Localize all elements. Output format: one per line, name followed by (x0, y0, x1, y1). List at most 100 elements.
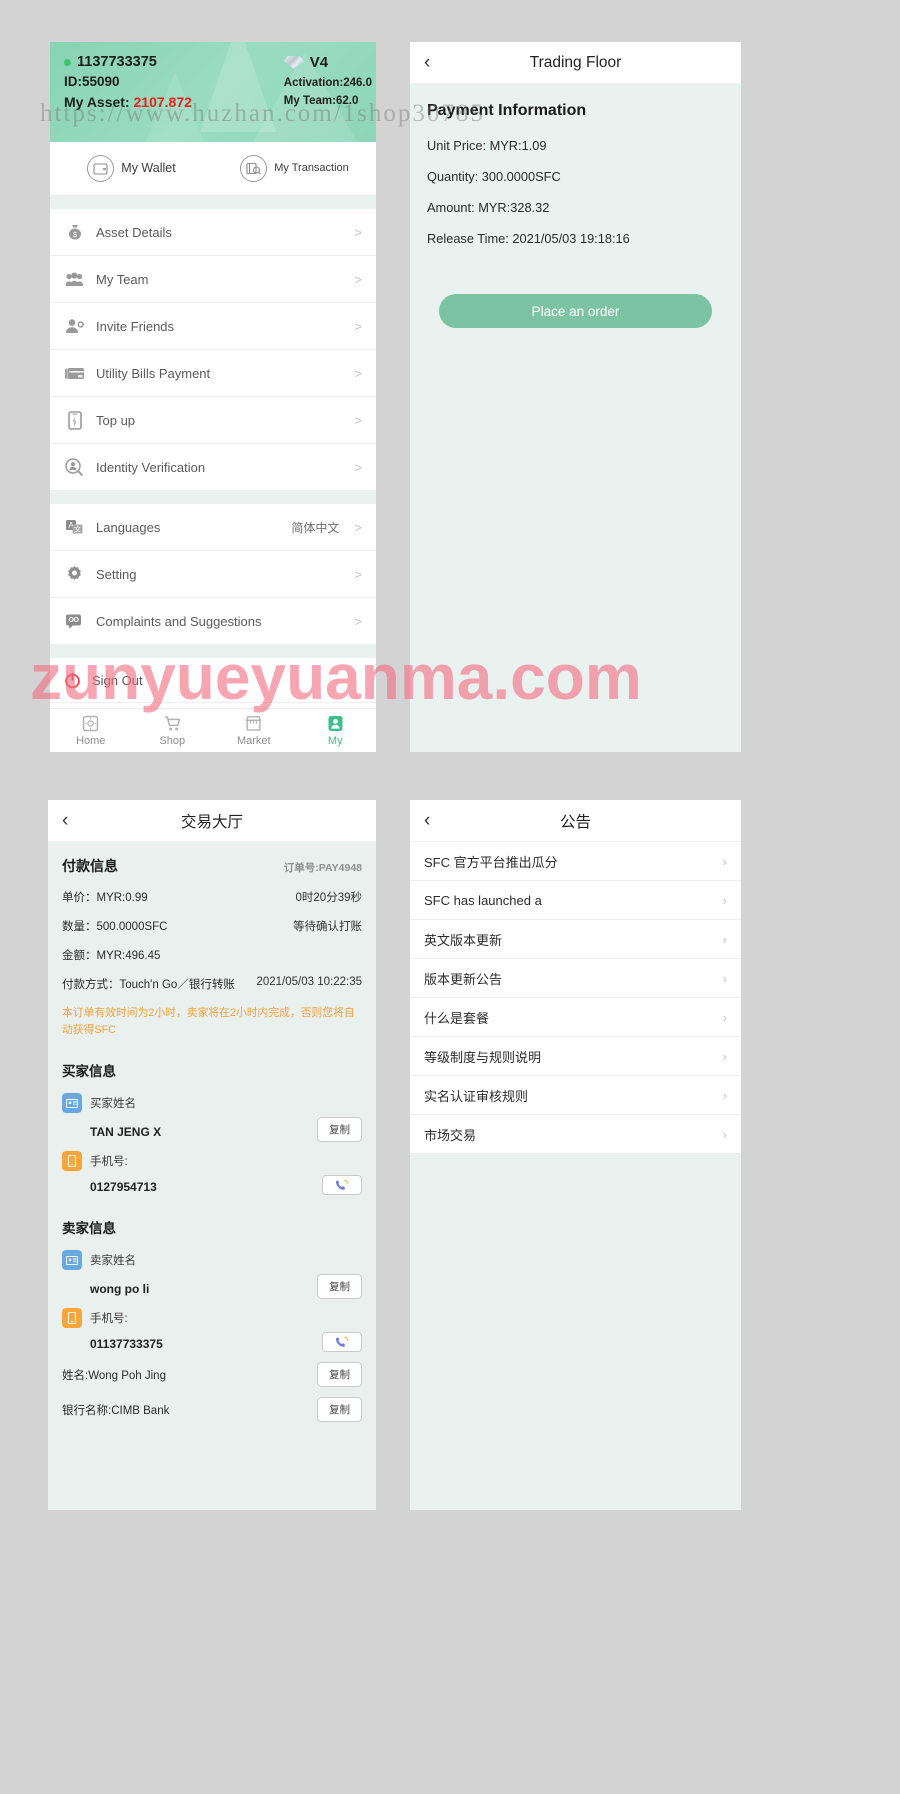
menu-item-setting[interactable]: Setting > (50, 551, 376, 598)
list-item[interactable]: 版本更新公告 › (410, 959, 741, 998)
seller-bank-row: 银行名称:CIMB Bank 复制 (62, 1387, 362, 1423)
back-icon[interactable]: ‹ (424, 53, 430, 72)
chevron-right-icon: › (722, 1009, 727, 1025)
quantity-row: 数量：500.0000SFC 等待确认打账 (62, 918, 362, 934)
section-gap-3 (50, 645, 376, 658)
menu-item-languages[interactable]: A文 Languages 简体中文 > (50, 504, 376, 551)
unit-price-label: 单价：MYR:0.99 (62, 892, 148, 904)
call-icon (335, 1336, 349, 1348)
status-text: 等待确认打账 (293, 921, 362, 933)
call-buyer-button[interactable] (322, 1175, 362, 1196)
list-item[interactable]: 等级制度与规则说明 › (410, 1037, 741, 1076)
phone-icon (62, 1151, 82, 1172)
user-id: ID:55090 (64, 74, 120, 89)
buyer-phone-value-row: 0127954713 (62, 1175, 362, 1196)
payment-information-section: Payment Information Unit Price: MYR:1.09… (410, 84, 741, 328)
payment-method-label: 付款方式：Touch'n Go／银行转账 (62, 979, 235, 991)
bottom-tab-bar: Home Shop Market My (50, 708, 376, 752)
section-gap-2 (50, 491, 376, 504)
tab-home[interactable]: Home (50, 709, 132, 752)
diamond-icon (283, 56, 304, 69)
tab-market[interactable]: Market (213, 709, 295, 752)
menu-item-utility-bills-payment[interactable]: Utility Bills Payment > (50, 350, 376, 397)
copy-seller-realname-button[interactable]: 复制 (317, 1362, 362, 1388)
buyer-phone-value: 0127954713 (90, 1180, 157, 1195)
phone-panel-profile: 1137733375 ID:55090 My Asset: 2107.872 V… (50, 42, 376, 752)
countdown-timer: 0时20分39秒 (295, 892, 362, 904)
chevron-right-icon: > (354, 519, 362, 535)
bills-card-icon (64, 363, 85, 384)
navbar: ‹ 交易大厅 (48, 800, 376, 842)
feedback-icon (64, 611, 85, 632)
call-icon (335, 1179, 349, 1191)
list-item[interactable]: 市场交易 › (410, 1115, 741, 1154)
call-seller-button[interactable] (322, 1332, 362, 1353)
tab-my[interactable]: My (295, 709, 377, 752)
amount-label: 金额：MYR:496.45 (62, 950, 161, 962)
quantity-label: 数量：500.0000SFC (62, 921, 168, 933)
menu-item-my-team[interactable]: My Team > (50, 256, 376, 303)
seller-realname-label: 姓名:Wong Poh Jing (62, 1369, 166, 1382)
profile-hero: 1137733375 ID:55090 My Asset: 2107.872 V… (50, 42, 376, 142)
home-icon (81, 714, 100, 733)
list-item[interactable]: 英文版本更新 › (410, 920, 741, 959)
chevron-right-icon: > (354, 412, 362, 428)
menu-item-value: 简体中文 (291, 520, 340, 535)
cart-icon (163, 714, 182, 733)
unit-price-row: 单价：MYR:0.99 0时20分39秒 (62, 889, 362, 905)
quick-action-my-wallet[interactable]: My Wallet (50, 155, 213, 182)
wallet-icon (87, 155, 115, 182)
hero-left-block: 1137733375 ID:55090 My Asset: 2107.872 (64, 54, 192, 110)
menu-item-invite-friends[interactable]: Invite Friends > (50, 303, 376, 350)
market-icon (244, 714, 263, 733)
chevron-right-icon: › (722, 1087, 727, 1103)
list-item[interactable]: SFC 官方平台推出瓜分 › (410, 842, 741, 881)
menu-item-complaints-suggestions[interactable]: Complaints and Suggestions > (50, 598, 376, 645)
announcement-title: SFC 官方平台推出瓜分 (424, 854, 558, 870)
languages-icon: A文 (64, 517, 85, 538)
seller-section-title: 卖家信息 (62, 1221, 116, 1237)
list-item[interactable]: 什么是套餐 › (410, 998, 741, 1037)
page-title: 交易大厅 (180, 813, 243, 831)
announcement-list: SFC 官方平台推出瓜分 › SFC has launched a › 英文版本… (410, 842, 741, 1154)
money-bag-icon: $ (64, 222, 85, 243)
announcement-title: 版本更新公告 (424, 971, 503, 987)
list-item[interactable]: SFC has launched a › (410, 881, 741, 920)
menu-item-top-up[interactable]: Top up > (50, 397, 376, 444)
copy-seller-name-button[interactable]: 复制 (317, 1274, 362, 1300)
online-status-dot (64, 58, 71, 66)
back-icon[interactable]: ‹ (62, 811, 68, 830)
username-row: 1137733375 (64, 54, 192, 70)
seller-bank-label: 银行名称:CIMB Bank (62, 1404, 170, 1417)
copy-buyer-name-button[interactable]: 复制 (317, 1117, 362, 1143)
menu-item-identity-verification[interactable]: Identity Verification > (50, 444, 376, 491)
phone-panel-trading-hall-cn: ‹ 交易大厅 付款信息 订单号:PAY4948 单价：MYR:0.99 0时20… (48, 800, 376, 1510)
invite-friends-icon (64, 316, 85, 337)
menu-item-label: Top up (96, 412, 136, 428)
my-asset-row: My Asset: 2107.872 (64, 94, 192, 110)
seller-phone-row: 手机号: (62, 1299, 362, 1330)
chevron-right-icon: › (722, 853, 727, 869)
quick-action-my-transaction[interactable]: My Transaction (213, 155, 376, 182)
seller-phone-value-row: 01137733375 (62, 1332, 362, 1353)
chevron-right-icon: > (354, 318, 362, 334)
list-item[interactable]: 实名认证审核规则 › (410, 1076, 741, 1115)
buyer-name-value-row: TAN JENG X 复制 (62, 1117, 362, 1143)
identity-verification-icon (64, 457, 85, 478)
chevron-right-icon: > (354, 459, 362, 475)
chevron-right-icon: › (722, 970, 727, 986)
menu-item-asset-details[interactable]: $ Asset Details > (50, 209, 376, 256)
activation-count: Activation:246.0 (283, 77, 372, 89)
seller-phone-value: 01137733375 (90, 1337, 163, 1352)
back-icon[interactable]: ‹ (424, 811, 430, 830)
sign-out-button[interactable]: Sign Out (50, 658, 376, 703)
my-asset-value: 2107.872 (133, 94, 192, 110)
seller-name-row: 卖家姓名 (62, 1241, 362, 1272)
chevron-right-icon: > (354, 566, 362, 582)
tab-label: My (327, 735, 343, 747)
tab-label: Shop (159, 735, 186, 747)
tab-shop[interactable]: Shop (132, 709, 214, 752)
copy-seller-bank-button[interactable]: 复制 (317, 1397, 362, 1423)
place-an-order-button[interactable]: Place an order (439, 294, 712, 328)
buyer-name-row: 买家姓名 (62, 1084, 362, 1115)
